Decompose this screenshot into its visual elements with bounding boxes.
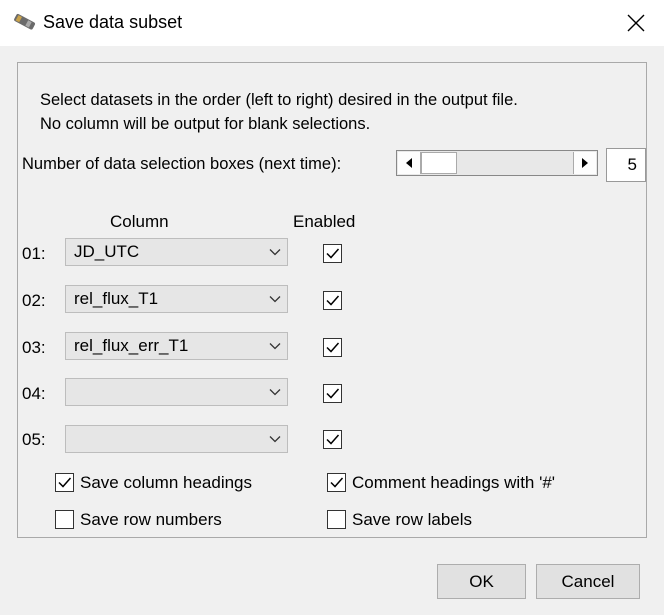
checkmark-icon — [326, 248, 340, 259]
enabled-checkbox-02[interactable] — [323, 291, 342, 310]
comment-headings-label: Comment headings with '#' — [352, 473, 556, 492]
chevron-down-icon — [269, 389, 281, 396]
column-select-01[interactable]: JD_UTC — [65, 238, 288, 266]
comment-headings-checkbox[interactable] — [327, 473, 346, 492]
scroll-left-button[interactable] — [398, 152, 421, 174]
arrow-left-icon — [406, 158, 412, 168]
save-row-labels-label: Save row labels — [352, 510, 473, 529]
instruction-line-1: Select datasets in the order (left to ri… — [40, 91, 518, 109]
arrow-right-icon — [582, 158, 588, 168]
column-select-value: JD_UTC — [74, 242, 140, 261]
chevron-down-icon — [269, 296, 281, 303]
selection-boxes-input[interactable] — [606, 148, 646, 182]
save-row-labels-checkbox[interactable] — [327, 510, 346, 529]
row-label: 02: — [22, 291, 46, 310]
checkmark-icon — [326, 388, 340, 399]
instruction-line-2: No column will be output for blank selec… — [40, 115, 371, 133]
column-select-05[interactable] — [65, 425, 288, 453]
checkmark-icon — [326, 295, 340, 306]
enabled-header: Enabled — [293, 212, 356, 231]
save-row-numbers-label: Save row numbers — [80, 510, 222, 529]
row-label: 05: — [22, 430, 46, 449]
chevron-down-icon — [269, 436, 281, 443]
close-icon — [627, 14, 645, 32]
save-column-headings-label: Save column headings — [80, 473, 253, 492]
telescope-icon — [14, 14, 36, 30]
enabled-checkbox-05[interactable] — [323, 430, 342, 449]
scroll-thumb[interactable] — [421, 152, 457, 174]
ok-button[interactable]: OK — [437, 564, 526, 599]
cancel-button[interactable]: Cancel — [536, 564, 640, 599]
title-bar: Save data subset — [0, 0, 664, 46]
row-label: 01: — [22, 244, 46, 263]
column-select-03[interactable]: rel_flux_err_T1 — [65, 332, 288, 360]
checkmark-icon — [326, 342, 340, 353]
chevron-down-icon — [269, 343, 281, 350]
enabled-checkbox-03[interactable] — [323, 338, 342, 357]
save-row-numbers-checkbox[interactable] — [55, 510, 74, 529]
close-button[interactable] — [608, 0, 664, 46]
save-column-headings-checkbox[interactable] — [55, 473, 74, 492]
selection-boxes-scrollbar[interactable] — [396, 150, 598, 176]
selection-boxes-label: Number of data selection boxes (next tim… — [22, 155, 342, 173]
column-select-value: rel_flux_T1 — [74, 289, 159, 308]
row-label: 04: — [22, 384, 46, 403]
enabled-checkbox-04[interactable] — [323, 384, 342, 403]
chevron-down-icon — [269, 249, 281, 256]
row-label: 03: — [22, 338, 46, 357]
window-title: Save data subset — [43, 12, 183, 32]
column-header: Column — [110, 212, 169, 231]
scroll-right-button[interactable] — [573, 152, 596, 174]
checkmark-icon — [58, 477, 72, 488]
enabled-checkbox-01[interactable] — [323, 244, 342, 263]
column-select-value: rel_flux_err_T1 — [74, 336, 189, 355]
checkmark-icon — [326, 434, 340, 445]
column-select-02[interactable]: rel_flux_T1 — [65, 285, 288, 313]
column-select-04[interactable] — [65, 378, 288, 406]
checkmark-icon — [330, 477, 344, 488]
